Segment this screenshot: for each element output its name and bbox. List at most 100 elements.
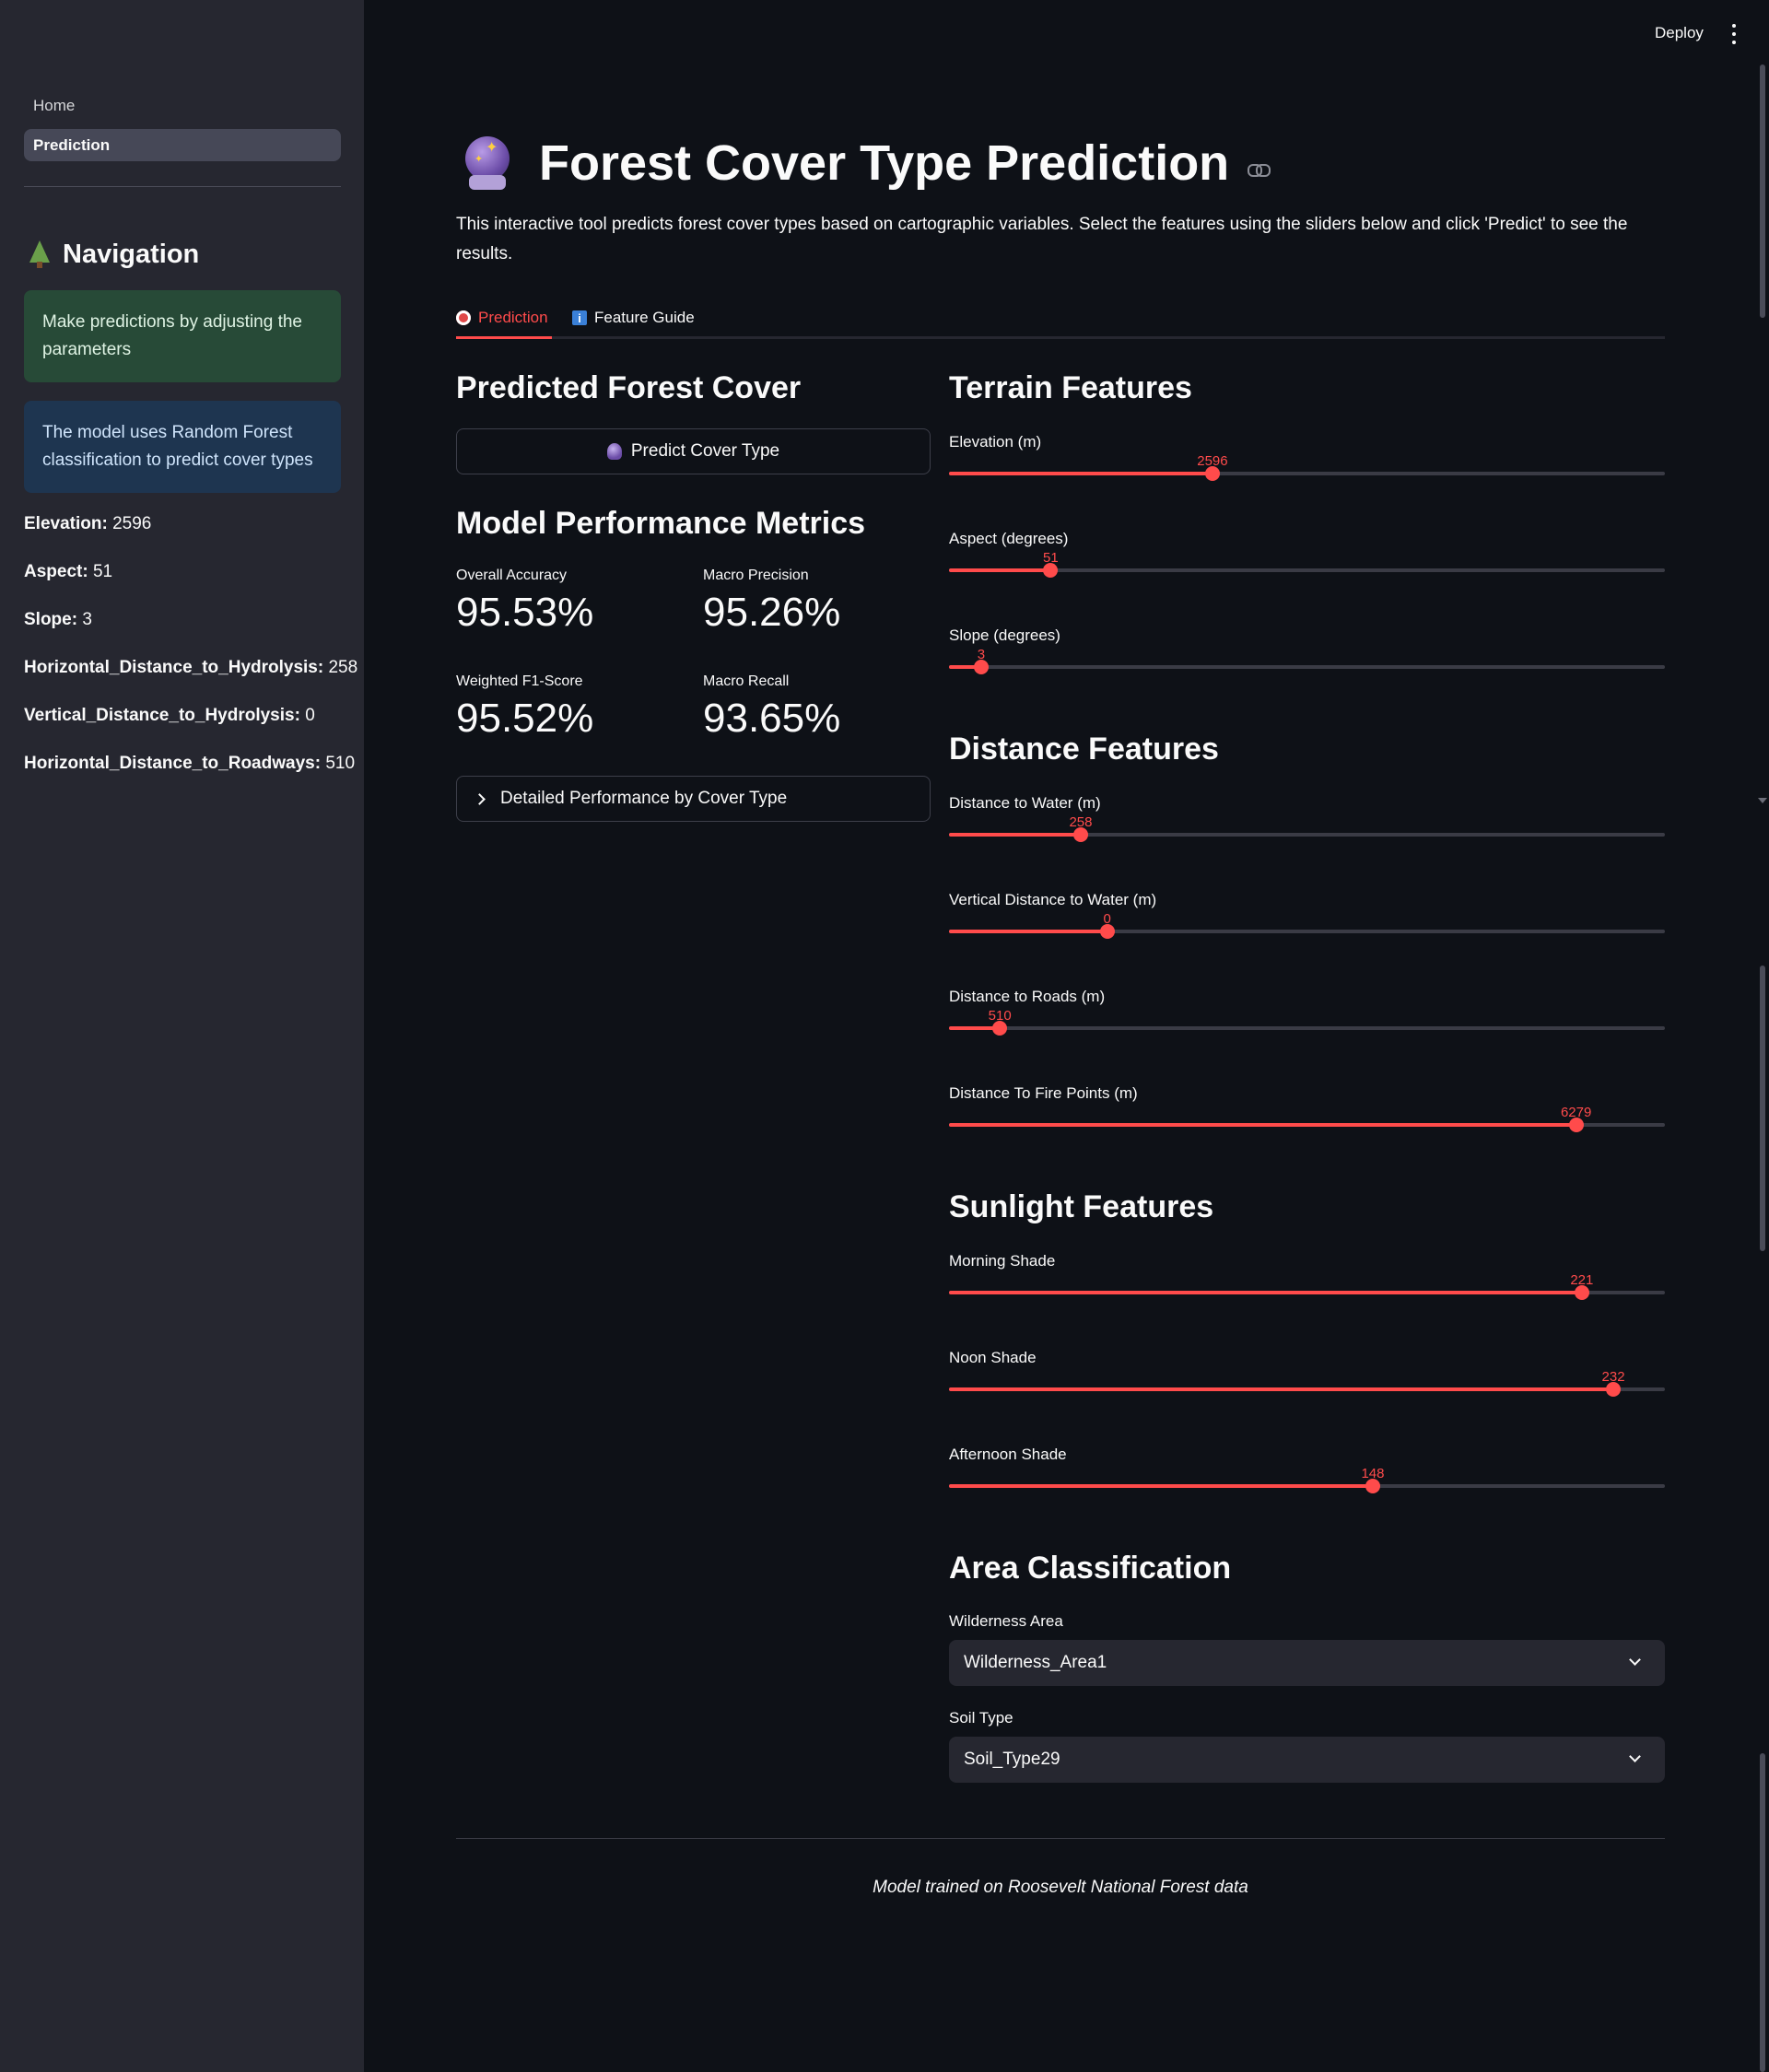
- crystal-ball-icon: ✦ ✦: [456, 131, 521, 195]
- slider-afternoon-shade[interactable]: Afternoon Shade 148: [949, 1446, 1665, 1519]
- slider-label: Slope (degrees): [949, 626, 1060, 644]
- slider-aspect[interactable]: Aspect (degrees) 51: [949, 530, 1665, 603]
- slider-thumb[interactable]: [1043, 563, 1059, 578]
- sidebar-page-prediction[interactable]: Prediction: [24, 129, 341, 161]
- slider-elevation[interactable]: Elevation (m) 2596: [949, 433, 1665, 507]
- slider-label: Distance To Fire Points (m): [949, 1084, 1138, 1102]
- stat-value: 510: [325, 754, 356, 773]
- info-alert: The model uses Random Forest classificat…: [24, 401, 341, 493]
- button-label: Predict Cover Type: [630, 441, 780, 461]
- chevron-down-icon: [1629, 1654, 1641, 1666]
- slider-distance-to-roads[interactable]: Distance to Roads (m) 510: [949, 988, 1665, 1061]
- sidebar-stat-horizontal-hydrology: Horizontal_Distance_to_Hydrolysis: 258: [24, 658, 357, 678]
- tab-feature-guide[interactable]: i Feature Guide: [572, 297, 695, 339]
- stat-key: Aspect:: [24, 562, 88, 581]
- slider-thumb[interactable]: [1606, 1382, 1622, 1397]
- sidebar-stat-elevation: Elevation: 2596: [24, 514, 151, 534]
- metrics-heading: Model Performance Metrics: [456, 506, 866, 541]
- main-scrollbar[interactable]: [1760, 64, 1765, 2072]
- metric-value: 95.52%: [456, 696, 594, 741]
- metric-value: 93.65%: [703, 696, 841, 741]
- sidebar: Home Prediction Navigation Make predicti…: [0, 0, 364, 2072]
- stat-key: Elevation:: [24, 514, 108, 533]
- metric-value: 95.53%: [456, 590, 594, 635]
- performance-expander[interactable]: Detailed Performance by Cover Type: [456, 776, 931, 822]
- distance-features-heading: Distance Features: [949, 732, 1219, 767]
- slider-track[interactable]: [949, 1479, 1665, 1493]
- slider-slope[interactable]: Slope (degrees) 3: [949, 626, 1665, 700]
- slider-label: Afternoon Shade: [949, 1446, 1067, 1463]
- slider-thumb[interactable]: [1204, 466, 1220, 481]
- chevron-right-icon: [474, 792, 486, 805]
- slider-thumb[interactable]: [1072, 827, 1088, 842]
- metric-macro-recall: Macro Recall 93.65%: [703, 673, 840, 742]
- soil-type-select[interactable]: Soil_Type29: [949, 1737, 1665, 1783]
- slider-thumb[interactable]: [992, 1021, 1008, 1036]
- slider-label: Distance to Roads (m): [949, 988, 1106, 1005]
- stat-value: 258: [328, 658, 358, 677]
- predict-cover-type-button[interactable]: Predict Cover Type: [456, 428, 931, 474]
- stat-key: Horizontal_Distance_to_Hydrolysis:: [24, 658, 324, 677]
- stat-value: 0: [305, 706, 315, 725]
- slider-thumb[interactable]: [1574, 1285, 1589, 1300]
- predicted-cover-heading: Predicted Forest Cover: [456, 370, 802, 405]
- soil-type-label: Soil Type: [949, 1709, 1013, 1727]
- sidebar-page-home[interactable]: Home: [24, 89, 341, 122]
- anchor-link-icon[interactable]: [1248, 164, 1271, 177]
- page-title: Forest Cover Type Prediction: [539, 135, 1230, 191]
- sidebar-navigation-header: Navigation: [29, 236, 199, 273]
- slider-thumb[interactable]: [1365, 1479, 1380, 1493]
- slider-label: Distance to Water (m): [949, 794, 1101, 812]
- slider-track[interactable]: [949, 1021, 1665, 1036]
- evergreen-tree-icon: [29, 240, 50, 268]
- footer-divider: [456, 1838, 1665, 1839]
- slider-track[interactable]: [949, 924, 1665, 939]
- metric-macro-precision: Macro Precision 95.26%: [703, 568, 840, 636]
- slider-thumb[interactable]: [1568, 1118, 1584, 1132]
- stat-key: Horizontal_Distance_to_Roadways:: [24, 754, 322, 773]
- main-menu-icon[interactable]: [1725, 24, 1743, 44]
- select-value: Wilderness_Area1: [964, 1653, 1107, 1672]
- tab-prediction[interactable]: Prediction: [456, 297, 552, 339]
- slider-track[interactable]: [949, 827, 1665, 842]
- area-classification-heading: Area Classification: [949, 1551, 1232, 1586]
- slider-morning-shade[interactable]: Morning Shade 221: [949, 1252, 1665, 1326]
- slider-track[interactable]: [949, 660, 1665, 674]
- stat-value: 51: [92, 562, 113, 581]
- sidebar-stat-slope: Slope: 3: [24, 610, 92, 630]
- slider-track[interactable]: [949, 466, 1665, 481]
- slider-noon-shade[interactable]: Noon Shade 232: [949, 1349, 1665, 1422]
- metric-weighted-f1: Weighted F1-Score 95.52%: [456, 673, 593, 742]
- wilderness-area-label: Wilderness Area: [949, 1612, 1063, 1630]
- scroll-down-arrow-icon[interactable]: [1758, 798, 1767, 803]
- chevron-down-icon: [1629, 1750, 1641, 1762]
- tab-label: Feature Guide: [594, 309, 695, 326]
- slider-track[interactable]: [949, 563, 1665, 578]
- sidebar-header-text: Navigation: [63, 239, 200, 269]
- metric-value: 95.26%: [703, 590, 841, 635]
- slider-thumb[interactable]: [1099, 924, 1115, 939]
- sidebar-stat-aspect: Aspect: 51: [24, 562, 112, 582]
- stat-value: 2596: [112, 514, 152, 533]
- slider-vertical-distance-to-water[interactable]: Vertical Distance to Water (m) 0: [949, 891, 1665, 965]
- terrain-features-heading: Terrain Features: [949, 370, 1192, 405]
- slider-track[interactable]: [949, 1382, 1665, 1397]
- slider-distance-to-fire-points[interactable]: Distance To Fire Points (m) 6279: [949, 1084, 1665, 1158]
- metric-overall-accuracy: Overall Accuracy 95.53%: [456, 568, 593, 636]
- deploy-button[interactable]: Deploy: [1655, 24, 1704, 42]
- slider-track[interactable]: [949, 1118, 1665, 1132]
- slider-track[interactable]: [949, 1285, 1665, 1300]
- wilderness-area-select[interactable]: Wilderness_Area1: [949, 1640, 1665, 1686]
- slider-thumb[interactable]: [973, 660, 989, 674]
- footer-caption: Model trained on Roosevelt National Fore…: [873, 1878, 1248, 1897]
- success-alert: Make predictions by adjusting the parame…: [24, 290, 341, 382]
- metric-label: Weighted F1-Score: [456, 673, 583, 689]
- metric-label: Macro Recall: [703, 673, 790, 689]
- slider-distance-to-water[interactable]: Distance to Water (m) 258: [949, 794, 1665, 868]
- page-title-row: ✦ ✦ Forest Cover Type Prediction: [456, 131, 1271, 195]
- stat-value: 3: [82, 610, 92, 629]
- crystal-ball-icon: [606, 443, 622, 460]
- slider-label: Elevation (m): [949, 433, 1042, 451]
- slider-label: Noon Shade: [949, 1349, 1037, 1366]
- stat-key: Slope:: [24, 610, 78, 629]
